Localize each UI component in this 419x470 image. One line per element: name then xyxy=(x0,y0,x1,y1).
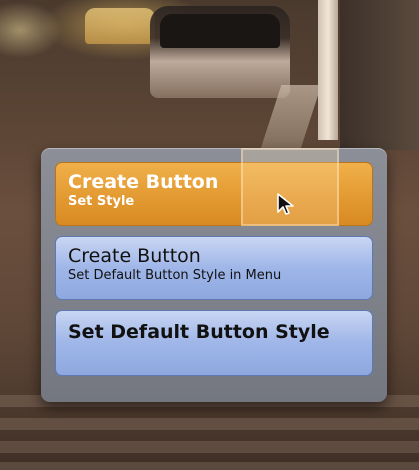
background-car-window xyxy=(160,14,280,48)
background-crosswalk-stripe xyxy=(0,462,419,470)
button-subtitle: Set Default Button Style in Menu xyxy=(68,268,282,283)
background-crosswalk-stripe xyxy=(0,441,419,453)
button-menu-panel: Create Button Set Style Create Button Se… xyxy=(41,148,387,402)
background-taxi xyxy=(85,8,155,44)
button-title: Set Default Button Style xyxy=(68,321,330,343)
button-title: Create Button xyxy=(68,245,201,267)
background-crosswalk-stripe xyxy=(0,418,419,430)
background-column xyxy=(340,0,419,150)
background-pole xyxy=(318,0,338,140)
pointer-arrow-icon xyxy=(277,193,294,215)
set-default-button-style-button[interactable]: Set Default Button Style xyxy=(55,310,373,376)
create-button-default-style-button[interactable]: Create Button Set Default Button Style i… xyxy=(55,236,373,300)
